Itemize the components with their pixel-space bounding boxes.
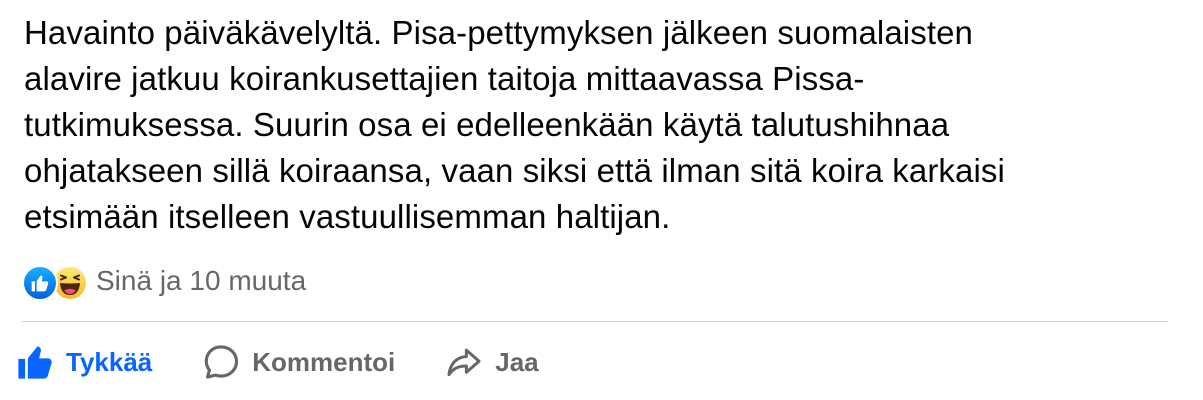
comment-button-label: Kommentoi [252, 346, 396, 377]
share-button-label: Jaa [495, 346, 539, 377]
like-reaction-icon [22, 265, 58, 301]
like-button-label: Tykkää [66, 346, 153, 377]
post-text: Havainto päiväkävelyltä. Pisa-pettymykse… [24, 14, 1005, 235]
reactions-summary[interactable]: Sinä ja 10 muuta [22, 263, 307, 301]
action-bar: Tykkää Kommentoi Jaa [14, 336, 539, 388]
like-button[interactable]: Tykkää [14, 336, 152, 388]
share-arrow-icon [443, 341, 485, 383]
comment-button[interactable]: Kommentoi [200, 336, 395, 388]
reaction-icons [22, 263, 90, 301]
share-button[interactable]: Jaa [443, 336, 539, 388]
comment-bubble-icon [200, 341, 242, 383]
thumbs-up-icon [14, 341, 56, 383]
divider [22, 321, 1168, 322]
reaction-summary-text: Sinä ja 10 muuta [96, 265, 307, 296]
